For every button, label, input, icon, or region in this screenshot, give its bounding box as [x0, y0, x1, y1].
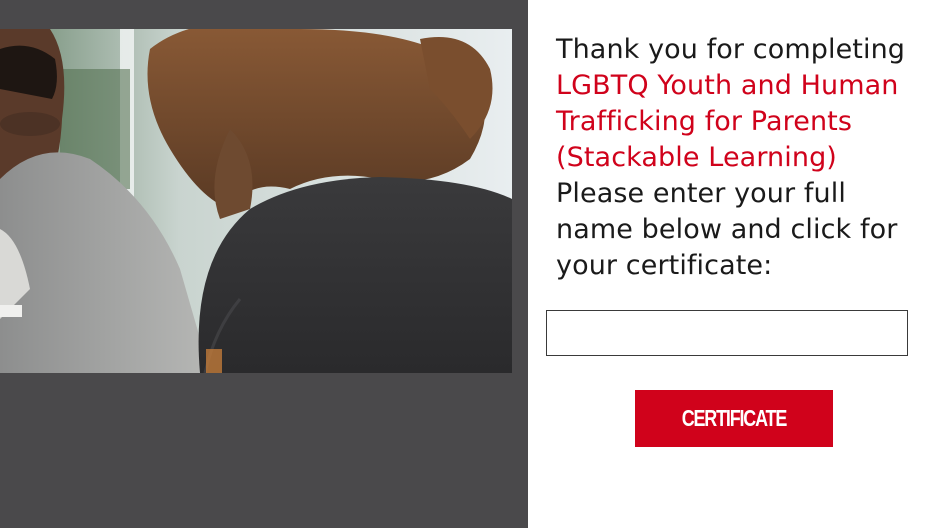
course-title-line-1: LGBTQ Youth and Human	[556, 70, 899, 101]
certificate-button-label: CERTIFICATE	[681, 405, 788, 431]
conversation-photo	[0, 29, 512, 373]
completion-message: Thank you for completing LGBTQ Youth and…	[556, 32, 906, 284]
certificate-page: Thank you for completing LGBTQ Youth and…	[0, 0, 940, 528]
instruction-text-line-2: name below and click for	[556, 214, 898, 245]
instruction-text-line-3: your certificate:	[556, 250, 773, 281]
course-title-line-3: (Stackable Learning)	[556, 142, 837, 173]
right-panel: Thank you for completing LGBTQ Youth and…	[528, 0, 940, 528]
certificate-button[interactable]: CERTIFICATE	[635, 390, 833, 447]
conversation-photo-illustration	[0, 29, 512, 373]
course-title-line-2: Trafficking for Parents	[556, 106, 853, 137]
full-name-input[interactable]	[546, 310, 908, 356]
left-panel	[0, 0, 528, 528]
instruction-text-line-1: Please enter your full	[556, 178, 846, 209]
intro-text: Thank you for completing	[556, 34, 906, 65]
